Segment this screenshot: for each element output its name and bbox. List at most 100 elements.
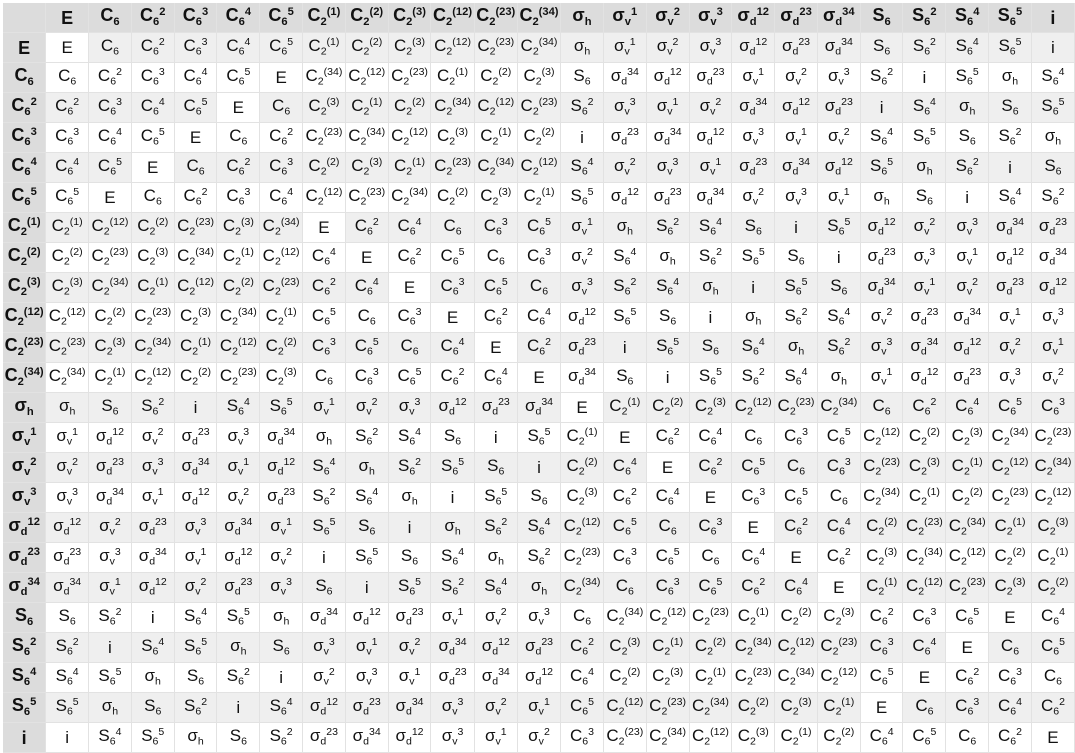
- table-cell: C2(3): [89, 333, 132, 363]
- table-cell: C2(3): [775, 693, 818, 723]
- table-cell: C2(2): [303, 153, 346, 183]
- table-cell: σh: [646, 243, 690, 273]
- table-cell: S65: [46, 693, 90, 723]
- table-cell: C2(2): [217, 273, 261, 303]
- table-cell: C2(2): [561, 453, 604, 483]
- table-cell: C2(34): [603, 603, 647, 633]
- table-cell: σv1: [946, 243, 990, 273]
- table-cell: σv1: [989, 303, 1032, 333]
- table-cell: σv3: [989, 363, 1032, 393]
- table-cell: σd34: [431, 633, 475, 663]
- table-row: E E C6 C62 C63 C64 C65 C2(1) C2(2) C2(3) C2(12) C2(…: [3, 33, 1075, 63]
- table-row: C6 C6 C62 C63 C64 C65 E C2(34) C2(12) C2(23) C2(1)…: [3, 63, 1075, 93]
- table-cell: σv1: [1031, 333, 1075, 363]
- table-cell: σd23: [775, 33, 818, 63]
- table-cell: C2(2): [474, 63, 518, 93]
- row-header: σv3: [3, 483, 47, 513]
- table-cell: S64: [817, 303, 861, 333]
- table-cell: C63: [860, 633, 904, 663]
- table-cell: C2(3): [603, 633, 647, 663]
- table-cell: S64: [517, 513, 562, 543]
- table-cell: C65: [260, 33, 304, 63]
- table-cell: C2(23): [431, 153, 475, 183]
- table-cell: C6: [903, 693, 947, 723]
- table-cell: σd23: [131, 513, 175, 543]
- table-cell: σv1: [174, 543, 218, 573]
- table-cell: C62: [689, 453, 733, 483]
- table-cell: S6: [474, 453, 518, 483]
- table-cell: σv1: [217, 453, 261, 483]
- table-cell: σd23: [474, 393, 518, 423]
- table-cell: C62: [431, 363, 475, 393]
- table-cell: C63: [989, 663, 1032, 693]
- table-cell: σd12: [903, 363, 947, 393]
- table-cell: C64: [646, 483, 690, 513]
- table-cell: C2(1): [860, 573, 904, 603]
- table-cell: C2(2): [689, 633, 733, 663]
- table-cell: σd34: [89, 483, 132, 513]
- table-cell: C2(12): [431, 33, 475, 63]
- table-cell: C2(34): [1031, 453, 1075, 483]
- table-cell: σd34: [775, 153, 818, 183]
- table-cell: σh: [303, 423, 346, 453]
- table-cell: σd23: [388, 603, 432, 633]
- table-cell: σv2: [603, 153, 647, 183]
- row-header: C64: [3, 153, 47, 183]
- table-cell: C63: [946, 693, 990, 723]
- table-row: C2(12) C2(12) C2(2) C2(23) C2(3) C2(34) C2(1) C…: [3, 303, 1075, 333]
- table-cell: C62: [388, 243, 432, 273]
- table-cell: σd23: [817, 93, 861, 123]
- table-cell: σv1: [860, 363, 904, 393]
- table-cell: σv1: [689, 153, 733, 183]
- table-cell: C63: [517, 243, 562, 273]
- table-cell: σv3: [517, 603, 562, 633]
- table-cell: C2(34): [345, 123, 389, 153]
- table-cell: C2(34): [517, 33, 562, 63]
- table-cell: σv3: [89, 543, 132, 573]
- table-cell: σv3: [946, 213, 990, 243]
- table-cell: σd34: [561, 363, 604, 393]
- table-cell: C65: [817, 423, 861, 453]
- table-cell: C62: [303, 273, 346, 303]
- table-cell: S62: [431, 573, 475, 603]
- table-cell: S64: [689, 213, 733, 243]
- table-cell: σh: [1031, 123, 1075, 153]
- table-cell: E: [903, 663, 947, 693]
- table-cell: C64: [46, 153, 90, 183]
- table-cell: S65: [903, 123, 947, 153]
- table-cell: S6: [1031, 153, 1075, 183]
- column-header: C2(34): [517, 3, 562, 33]
- table-cell: σv1: [131, 483, 175, 513]
- table-cell: C2(23): [775, 393, 818, 423]
- table-cell: S64: [860, 123, 904, 153]
- table-cell: C2(2): [603, 663, 647, 693]
- table-cell: C2(23): [817, 633, 861, 663]
- table-cell: S62: [689, 243, 733, 273]
- table-cell: S64: [217, 393, 261, 423]
- table-cell: S62: [561, 93, 604, 123]
- table-cell: σd23: [345, 693, 389, 723]
- group-multiplication-table: E C6 C62 C63 C64 C65 C2(1) C2(2) C2(3) C2(12) C2(2…: [3, 3, 1075, 753]
- table-cell: C6: [860, 393, 904, 423]
- row-header: C2(34): [3, 363, 47, 393]
- table-cell: S6: [174, 663, 218, 693]
- table-cell: σd23: [260, 483, 304, 513]
- multiplication-table-container: E C6 C62 C63 C64 C65 C2(1) C2(2) C2(3) C2(12) C2(2…: [3, 3, 1075, 753]
- table-cell: σh: [603, 213, 647, 243]
- row-header: C2(3): [3, 273, 47, 303]
- table-cell: S65: [989, 33, 1032, 63]
- table-cell: S6: [603, 363, 647, 393]
- table-cell: C65: [903, 723, 947, 753]
- table-cell: σh: [431, 513, 475, 543]
- table-cell: S64: [388, 423, 432, 453]
- table-cell: σd34: [131, 543, 175, 573]
- table-cell: C64: [345, 273, 389, 303]
- table-cell: S62: [646, 213, 690, 243]
- table-cell: σv2: [474, 603, 518, 633]
- table-cell: σh: [474, 543, 518, 573]
- table-cell: C62: [217, 153, 261, 183]
- table-cell: σh: [131, 663, 175, 693]
- table-cell: σd12: [561, 303, 604, 333]
- table-cell: C2(1): [345, 93, 389, 123]
- table-cell: S65: [89, 663, 132, 693]
